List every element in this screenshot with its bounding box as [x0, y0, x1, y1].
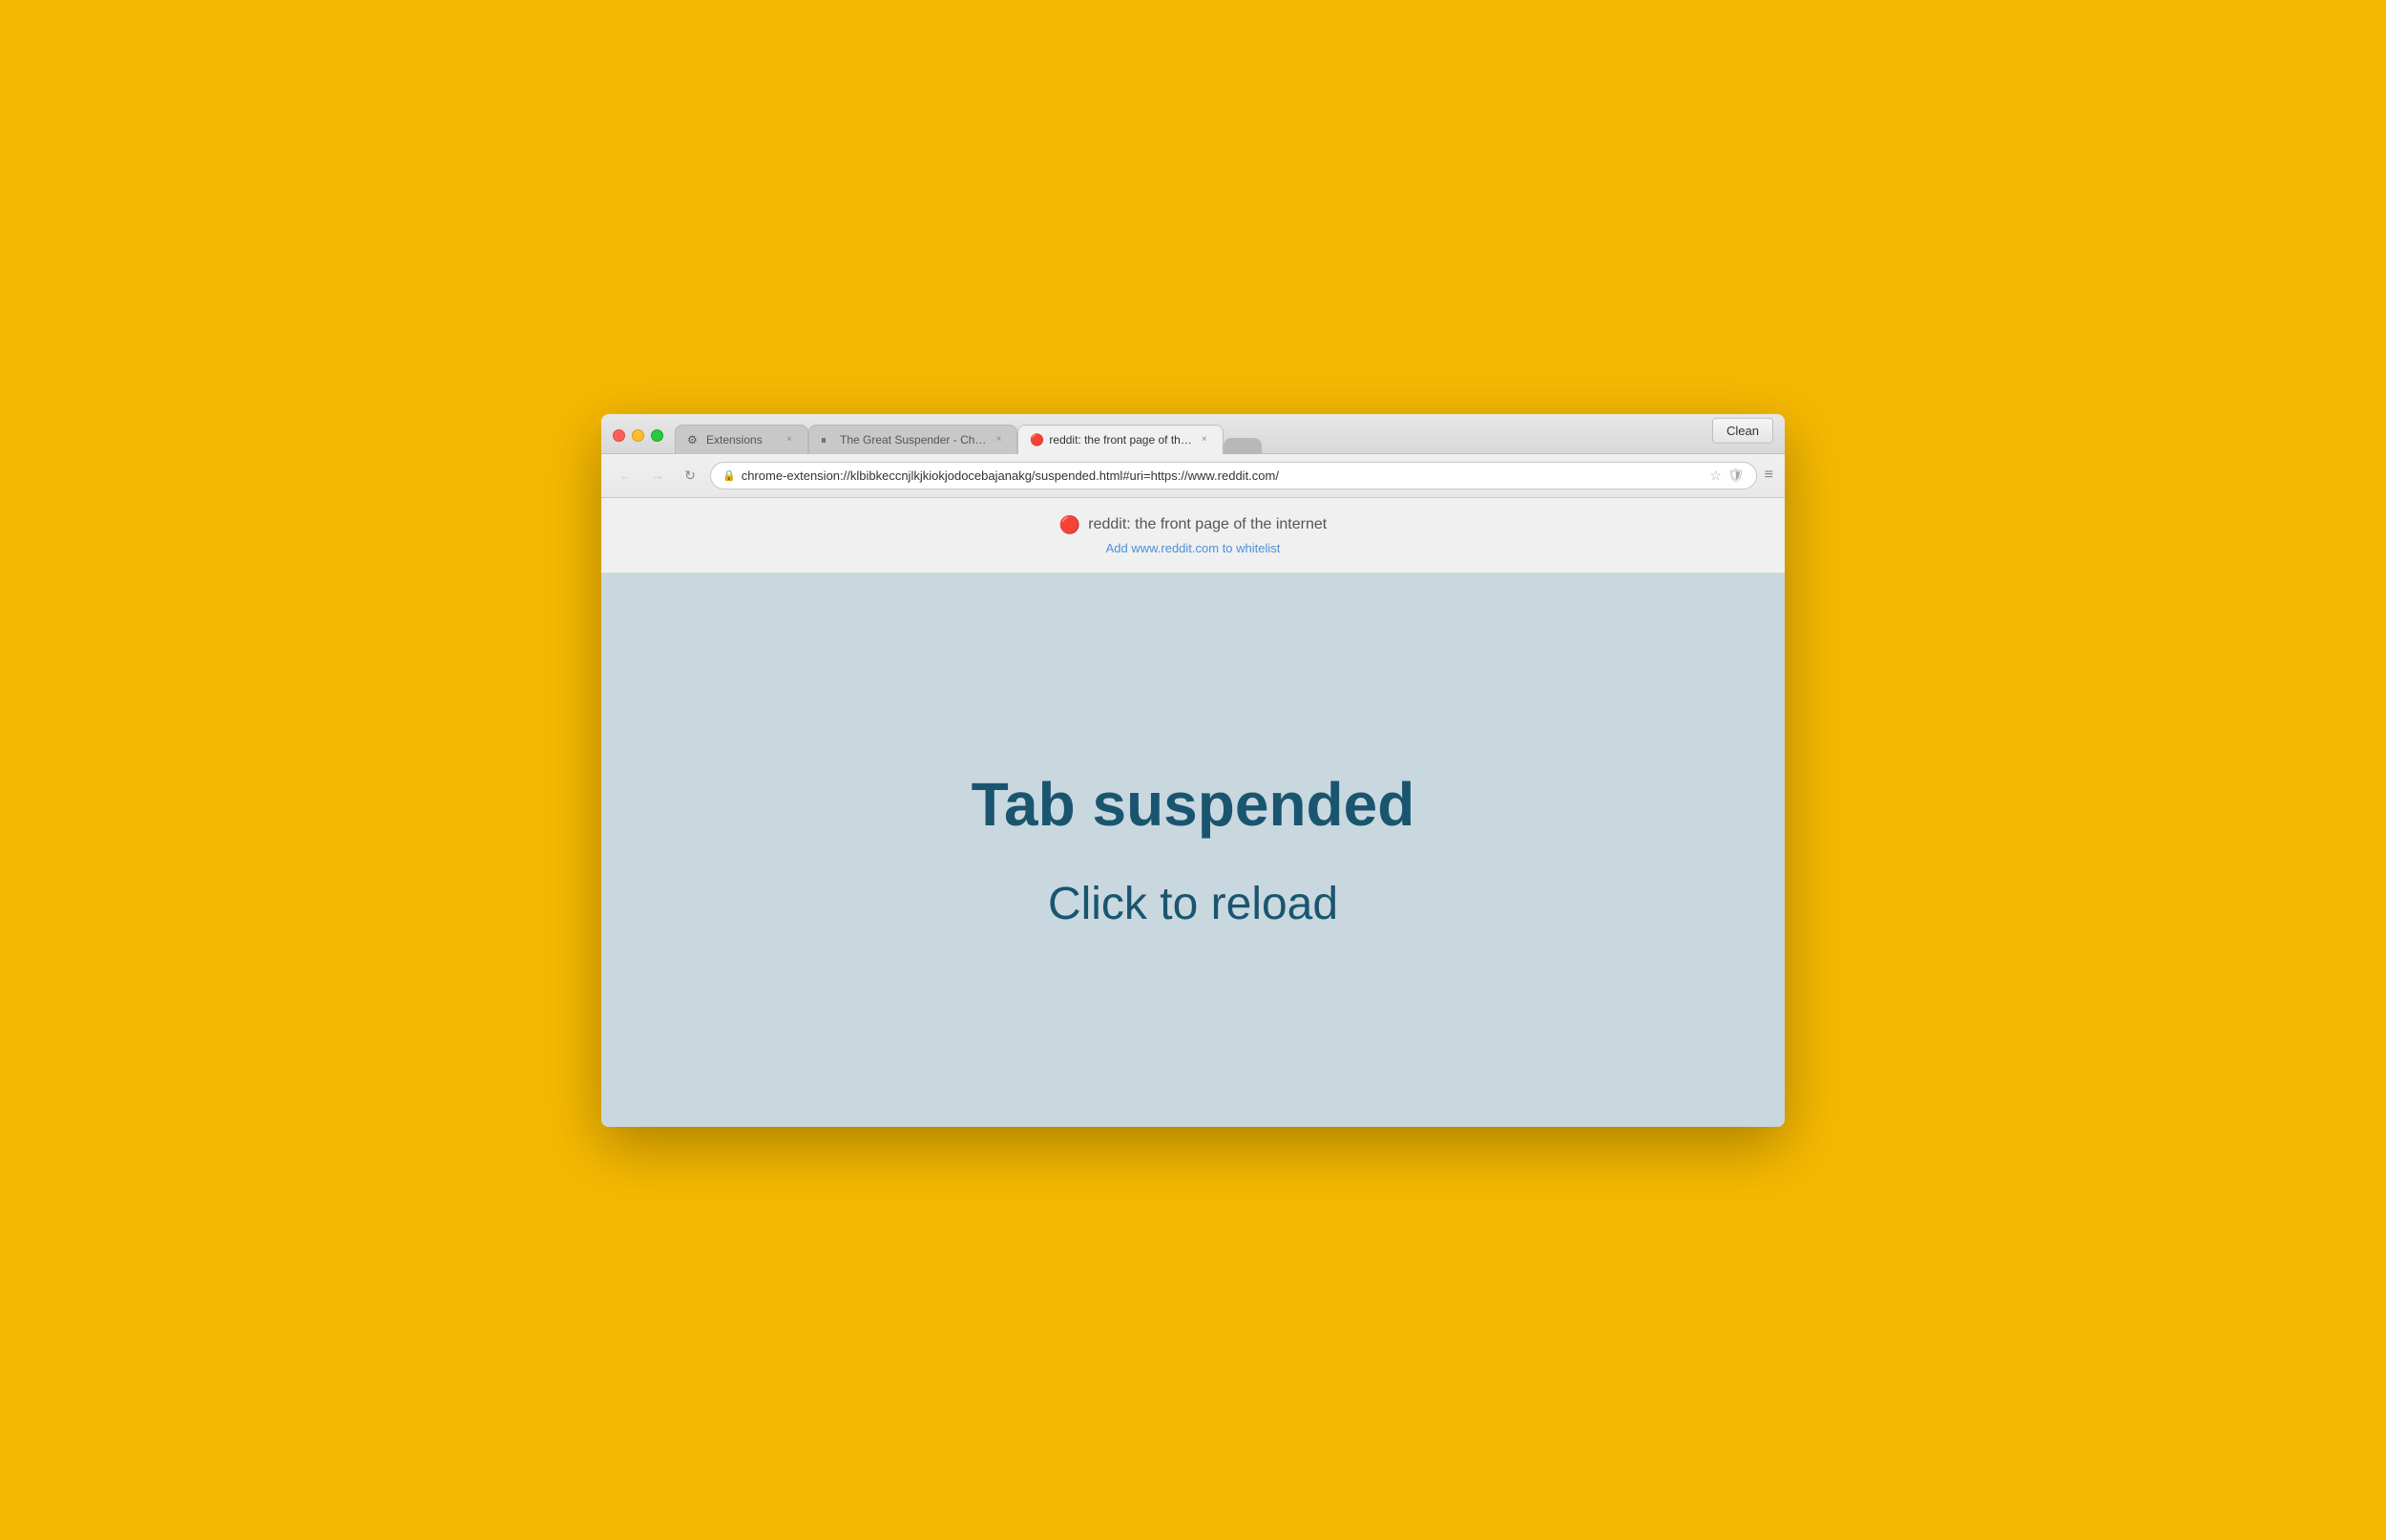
back-icon: ←	[618, 468, 632, 483]
maximize-button[interactable]	[651, 429, 663, 442]
url-input[interactable]	[742, 468, 1705, 483]
forward-icon: →	[651, 468, 664, 483]
minimize-button[interactable]	[632, 429, 644, 442]
tab-extensions-label: Extensions	[706, 433, 777, 447]
page-header: 🔴 reddit: the front page of the internet…	[601, 498, 1785, 573]
reddit-site-icon: 🔴	[1059, 515, 1080, 535]
title-bar: ⚙ Extensions × ⏸ The Great Suspender - C…	[601, 414, 1785, 454]
close-button[interactable]	[613, 429, 625, 442]
traffic-lights	[613, 429, 663, 453]
tab-extensions[interactable]: ⚙ Extensions ×	[675, 425, 808, 454]
reload-icon: ↻	[684, 468, 696, 484]
lock-icon: 🔒	[722, 469, 736, 482]
tab-reddit[interactable]: 🔴 reddit: the front page of th… ×	[1017, 425, 1223, 454]
tab-great-suspender-close[interactable]: ×	[992, 433, 1005, 447]
tab-extensions-close[interactable]: ×	[783, 433, 796, 447]
page-header-title: 🔴 reddit: the front page of the internet	[620, 515, 1766, 535]
page-content[interactable]: Tab suspended Click to reload	[601, 573, 1785, 1127]
back-button[interactable]: ←	[613, 463, 638, 488]
reload-button[interactable]: ↻	[678, 463, 702, 488]
clean-button[interactable]: Clean	[1712, 418, 1773, 444]
extension-icon[interactable]: 🛡	[1727, 468, 1745, 484]
forward-button[interactable]: →	[645, 463, 670, 488]
tab-reddit-label: reddit: the front page of th…	[1049, 433, 1191, 447]
address-bar[interactable]: 🔒 ☆ 🛡	[710, 462, 1757, 489]
address-bar-actions: ☆ 🛡	[1709, 468, 1744, 484]
whitelist-link[interactable]: Add www.reddit.com to whitelist	[620, 541, 1766, 555]
tab-empty	[1224, 438, 1262, 454]
tab-suspended-heading[interactable]: Tab suspended	[972, 769, 1415, 840]
nav-bar: ← → ↻ 🔒 ☆ 🛡 ≡	[601, 454, 1785, 498]
star-icon[interactable]: ☆	[1709, 468, 1722, 484]
reddit-favicon: 🔴	[1030, 433, 1043, 447]
tabs-container: ⚙ Extensions × ⏸ The Great Suspender - C…	[675, 424, 1773, 453]
menu-icon[interactable]: ≡	[1765, 467, 1773, 484]
tab-great-suspender[interactable]: ⏸ The Great Suspender - Ch… ×	[808, 425, 1017, 454]
extensions-favicon: ⚙	[687, 433, 701, 447]
tab-great-suspender-label: The Great Suspender - Ch…	[840, 433, 986, 447]
great-suspender-favicon: ⏸	[821, 433, 834, 447]
site-title: reddit: the front page of the internet	[1088, 516, 1327, 533]
click-to-reload[interactable]: Click to reload	[1048, 878, 1338, 930]
nav-right-icons: ≡	[1765, 467, 1773, 484]
tab-reddit-close[interactable]: ×	[1198, 433, 1211, 447]
browser-window: ⚙ Extensions × ⏸ The Great Suspender - C…	[601, 414, 1785, 1127]
